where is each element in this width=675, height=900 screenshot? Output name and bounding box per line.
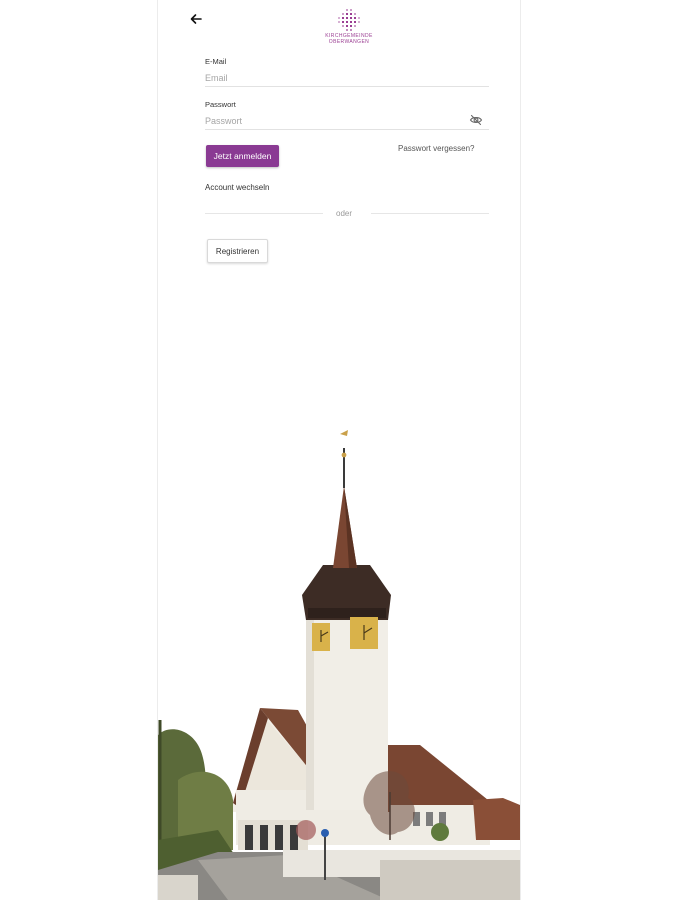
password-field[interactable] xyxy=(205,113,489,130)
logo: KIRCHGEMEINDE OBERWANGEN xyxy=(318,8,380,52)
back-button[interactable] xyxy=(187,10,205,28)
divider-label: oder xyxy=(336,209,353,218)
password-label: Passwort xyxy=(205,100,236,109)
login-button[interactable]: Jetzt anmelden xyxy=(206,145,279,167)
email-label: E-Mail xyxy=(205,57,227,66)
arrow-left-icon xyxy=(190,14,202,24)
logo-line2: OBERWANGEN xyxy=(328,38,370,45)
email-field[interactable] xyxy=(205,70,489,87)
app-screen: KIRCHGEMEINDE OBERWANGEN E-Mail Passwort… xyxy=(157,0,521,900)
register-button[interactable]: Registrieren xyxy=(207,239,268,263)
divider-left xyxy=(205,213,323,214)
forgot-password-link[interactable]: Passwort vergessen? xyxy=(398,144,474,153)
divider-right xyxy=(371,213,489,214)
logo-cross-icon xyxy=(338,9,360,31)
church-illustration xyxy=(158,430,520,900)
switch-account-link[interactable]: Account wechseln xyxy=(205,183,269,192)
eye-off-icon[interactable] xyxy=(469,113,483,127)
